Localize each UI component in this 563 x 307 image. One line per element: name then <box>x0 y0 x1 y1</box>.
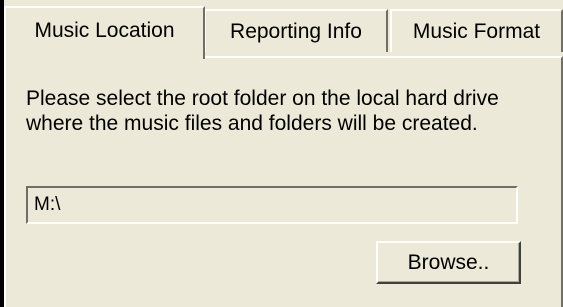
instructions-text: Please select the root folder on the loc… <box>26 87 499 135</box>
properties-window: Music Location Reporting Info Music Form… <box>4 0 563 307</box>
root-folder-path-input[interactable] <box>26 186 518 224</box>
tab-strip: Music Location Reporting Info Music Form… <box>4 0 563 59</box>
tab-reporting-info[interactable]: Reporting Info <box>204 9 388 52</box>
tab-music-format[interactable]: Music Format <box>390 9 563 52</box>
tab-music-location[interactable]: Music Location <box>4 6 205 59</box>
music-location-panel: Please select the root folder on the loc… <box>4 56 563 307</box>
browse-button[interactable]: Browse.. <box>376 241 521 284</box>
